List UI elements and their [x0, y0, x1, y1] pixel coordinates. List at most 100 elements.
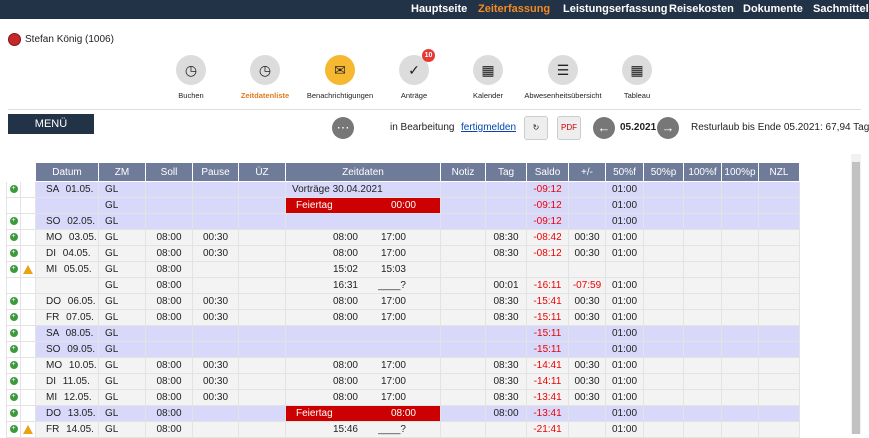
col-50f[interactable]: 50%f: [605, 162, 644, 182]
add-entry-icon[interactable]: +: [9, 329, 18, 338]
cell-zeitdaten[interactable]: 15:02 15:03: [285, 261, 441, 278]
nav-zeiterfassung[interactable]: Zeiterfassung: [478, 3, 550, 15]
row-add-cell[interactable]: +: [6, 357, 21, 374]
add-entry-icon[interactable]: +: [9, 185, 18, 194]
add-entry-icon[interactable]: +: [9, 361, 18, 370]
cell-notiz[interactable]: [440, 389, 486, 406]
row-add-cell[interactable]: +: [6, 389, 21, 406]
row-add-cell[interactable]: +: [6, 373, 21, 390]
add-entry-icon[interactable]: +: [9, 297, 18, 306]
table-row[interactable]: + DO 13.05. GL 08:00 Feiertag 08:00 08:00 -13:4…: [6, 405, 800, 422]
row-add-cell[interactable]: +: [6, 421, 21, 438]
row-add-cell[interactable]: +: [6, 309, 21, 326]
vertical-scrollbar[interactable]: [851, 154, 861, 434]
nav-dokumente[interactable]: Dokumente: [743, 3, 803, 15]
row-add-cell[interactable]: +: [6, 341, 21, 358]
table-row[interactable]: + MI 05.05. GL 08:00 15:02 15:03: [6, 261, 800, 278]
calendar-export-icon[interactable]: ↻: [524, 116, 548, 140]
add-entry-icon[interactable]: +: [9, 249, 18, 258]
cell-zeitdaten[interactable]: [285, 325, 441, 342]
cell-zeitdaten[interactable]: 08:00 17:00: [285, 389, 441, 406]
row-add-cell[interactable]: +: [6, 405, 21, 422]
table-row[interactable]: + SA 01.05. GL Vorträge 30.04.2021 -09:12 01:…: [6, 181, 800, 198]
cell-notiz[interactable]: [440, 325, 486, 342]
cell-notiz[interactable]: [440, 357, 486, 374]
cell-zeitdaten[interactable]: 08:00 17:00: [285, 373, 441, 390]
more-options-icon[interactable]: ⋯: [332, 117, 354, 139]
table-row[interactable]: + DI 11.05. GL 08:00 00:30 08:00 17:00 08:30 -14…: [6, 373, 800, 390]
col-100f[interactable]: 100%f: [683, 162, 722, 182]
nav-sachmittel[interactable]: Sachmittel: [813, 3, 869, 15]
add-entry-icon[interactable]: +: [9, 313, 18, 322]
row-add-cell[interactable]: +: [6, 181, 21, 198]
cell-zeitdaten[interactable]: 16:31 ____?: [285, 277, 441, 294]
previous-month-icon[interactable]: ←: [593, 117, 615, 139]
nav-leistungserfassung[interactable]: Leistungserfassung: [563, 3, 668, 15]
cell-notiz[interactable]: [440, 293, 486, 310]
cell-notiz[interactable]: [440, 341, 486, 358]
add-entry-icon[interactable]: +: [9, 393, 18, 402]
row-add-cell[interactable]: +: [6, 325, 21, 342]
table-row[interactable]: + MO 03.05. GL 08:00 00:30 08:00 17:00 08:30 -08…: [6, 229, 800, 246]
cell-notiz[interactable]: [440, 405, 486, 422]
col-datum[interactable]: Datum: [35, 162, 99, 182]
cell-zeitdaten[interactable]: 08:00 17:00: [285, 357, 441, 374]
row-add-cell[interactable]: +: [6, 261, 21, 278]
add-entry-icon[interactable]: +: [9, 425, 18, 434]
cell-zeitdaten[interactable]: Feiertag 08:00: [285, 405, 441, 422]
nav-reisekosten[interactable]: Reisekosten: [669, 3, 734, 15]
nav-hauptseite[interactable]: Hauptseite: [411, 3, 467, 15]
cell-notiz[interactable]: [440, 277, 486, 294]
cell-notiz[interactable]: [440, 181, 486, 198]
table-row[interactable]: + SA 08.05. GL -15:11 01:00: [6, 325, 800, 342]
cell-notiz[interactable]: [440, 421, 486, 438]
cell-zeitdaten[interactable]: [285, 341, 441, 358]
table-row[interactable]: + MI 12.05. GL 08:00 00:30 08:00 17:00 08:30 -13…: [6, 389, 800, 406]
col-zm[interactable]: ZM: [98, 162, 146, 182]
menu-button[interactable]: MENÜ: [8, 114, 94, 134]
cell-zeitdaten[interactable]: [285, 213, 441, 230]
table-row[interactable]: + DO 06.05. GL 08:00 00:30 08:00 17:00 08:30 -15…: [6, 293, 800, 310]
table-row[interactable]: + FR 07.05. GL 08:00 00:30 08:00 17:00 08:30 -15…: [6, 309, 800, 326]
table-row[interactable]: + DI 04.05. GL 08:00 00:30 08:00 17:00 08:30 -08…: [6, 245, 800, 262]
cell-notiz[interactable]: [440, 261, 486, 278]
table-row[interactable]: GL 08:00 16:31 ____? 00:01 -16:11 -07:59 01:00: [6, 277, 800, 294]
table-row[interactable]: + SO 09.05. GL -15:11 01:00: [6, 341, 800, 358]
row-add-cell[interactable]: +: [6, 293, 21, 310]
tool-tableau[interactable]: ▦ Tableau: [592, 55, 682, 100]
pdf-icon[interactable]: PDF: [557, 116, 581, 140]
cell-zeitdaten[interactable]: Feiertag 00:00: [285, 197, 441, 214]
cell-zeitdaten[interactable]: Vorträge 30.04.2021: [285, 181, 441, 198]
cell-zeitdaten[interactable]: 08:00 17:00: [285, 309, 441, 326]
add-entry-icon[interactable]: +: [9, 345, 18, 354]
cell-notiz[interactable]: [440, 197, 486, 214]
add-entry-icon[interactable]: +: [9, 217, 18, 226]
col-tag[interactable]: Tag: [485, 162, 527, 182]
table-row[interactable]: GL Feiertag 00:00 -09:12 01:00: [6, 197, 800, 214]
row-add-cell[interactable]: +: [6, 213, 21, 230]
cell-notiz[interactable]: [440, 373, 486, 390]
cell-notiz[interactable]: [440, 309, 486, 326]
cell-zeitdaten[interactable]: 08:00 17:00: [285, 229, 441, 246]
row-add-cell[interactable]: +: [6, 229, 21, 246]
col-50p[interactable]: 50%p: [643, 162, 684, 182]
cell-notiz[interactable]: [440, 229, 486, 246]
cell-zeitdaten[interactable]: 08:00 17:00: [285, 293, 441, 310]
col-pause[interactable]: Pause: [192, 162, 239, 182]
col-uez[interactable]: ÜZ: [238, 162, 286, 182]
add-entry-icon[interactable]: +: [9, 233, 18, 242]
add-entry-icon[interactable]: +: [9, 377, 18, 386]
scrollbar-thumb[interactable]: [852, 162, 860, 434]
col-saldo[interactable]: Saldo: [526, 162, 569, 182]
row-add-cell[interactable]: +: [6, 245, 21, 262]
col-nzl[interactable]: NZL: [758, 162, 800, 182]
add-entry-icon[interactable]: +: [9, 265, 18, 274]
next-month-icon[interactable]: →: [657, 117, 679, 139]
cell-zeitdaten[interactable]: 08:00 17:00: [285, 245, 441, 262]
col-100p[interactable]: 100%p: [721, 162, 759, 182]
col-soll[interactable]: Soll: [145, 162, 193, 182]
table-row[interactable]: + MO 10.05. GL 08:00 00:30 08:00 17:00 08:30 -14…: [6, 357, 800, 374]
cell-notiz[interactable]: [440, 213, 486, 230]
table-row[interactable]: + FR 14.05. GL 08:00 15:46 ____? -21:41 01:00: [6, 421, 800, 438]
col-notiz[interactable]: Notiz: [440, 162, 486, 182]
